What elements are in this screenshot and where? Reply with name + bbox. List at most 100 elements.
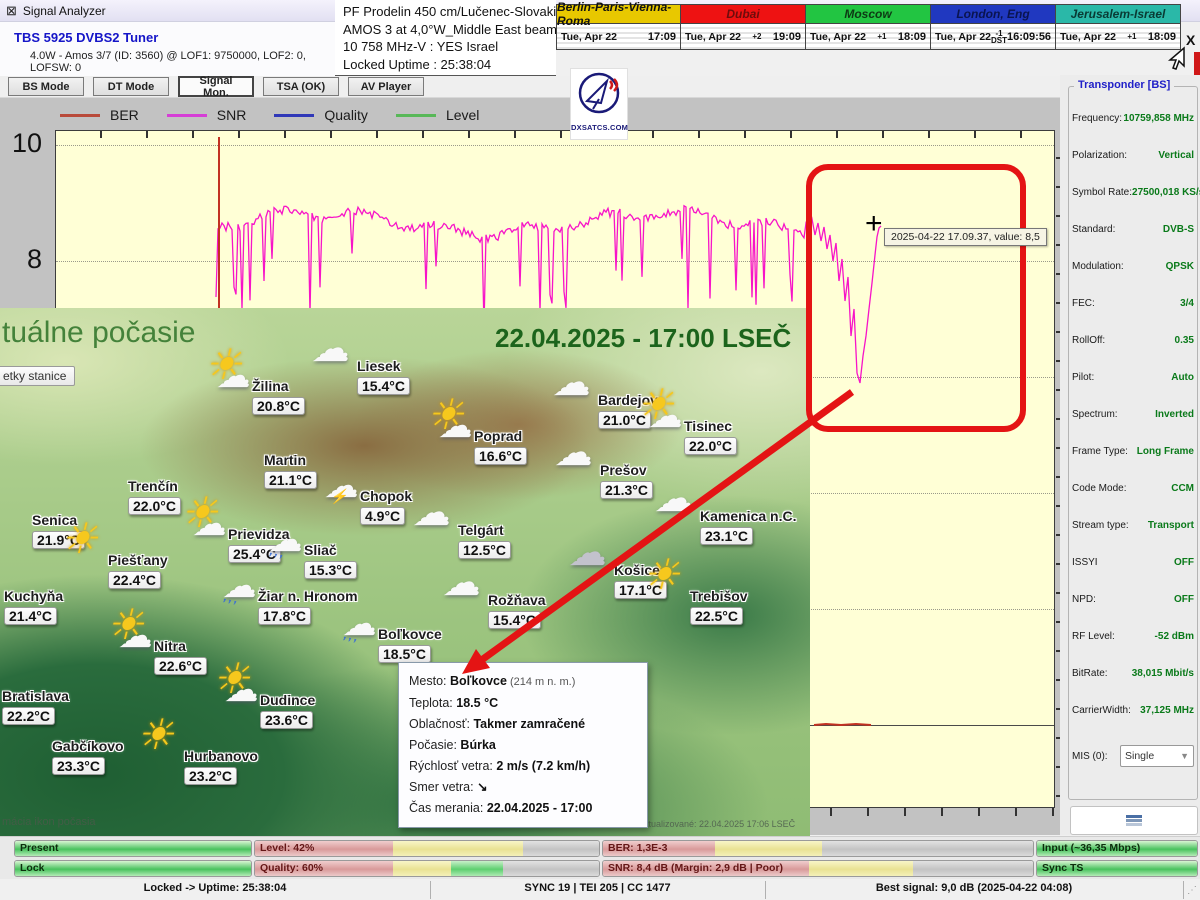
city-marker[interactable]: Senica21.9°C <box>32 512 85 549</box>
city-marker[interactable]: ☀Kuchyňa21.4°C <box>4 588 63 625</box>
city-marker[interactable]: ☀☁Tisinec22.0°C <box>684 418 737 455</box>
legend-item: SNR <box>167 107 247 123</box>
feed-line-3: 10 758 MHz-V : YES Israel <box>343 38 556 56</box>
city-name: Dudince <box>260 692 315 708</box>
meter-snr: SNR: 8,4 dB (Margin: 2,9 dB | Poor) <box>602 860 1034 877</box>
tooltip-label: Počasie: <box>409 738 460 752</box>
city-temperature: 15.3°C <box>304 561 357 579</box>
city-temperature: 4.9°C <box>360 507 405 525</box>
tab-av-player[interactable]: AV Player <box>348 77 424 96</box>
transponder-row-value: 0.35 <box>1175 335 1194 346</box>
city-marker[interactable]: ☁Rožňava15.4°C <box>488 592 546 629</box>
meter-lock: Lock <box>14 860 252 877</box>
city-marker[interactable]: ☁,,,Boľkovce18.5°C <box>378 626 442 663</box>
weather-tooltip-row: Teplota: 18.5 °C <box>409 693 637 714</box>
mode-tabs: BS Mode DT Mode Signal Mon. TSA (OK) AV Play… <box>0 76 1064 98</box>
meter-segment <box>393 861 451 876</box>
city-temperature: 21.1°C <box>264 471 317 489</box>
transponder-row-label: CarrierWidth: <box>1072 705 1131 716</box>
tooltip-value: ↘ <box>477 780 487 794</box>
transponder-row: Spectrum:Inverted <box>1072 396 1194 433</box>
transponder-row: RollOff:0.35 <box>1072 322 1194 359</box>
panel-action-button[interactable] <box>1070 806 1198 835</box>
city-marker[interactable]: ☀☁Poprad16.6°C <box>474 428 527 465</box>
city-marker[interactable]: ☀Piešťany22.4°C <box>108 552 168 589</box>
weather-icon-cloud: ☁ <box>442 562 492 612</box>
city-marker[interactable]: ☁,,,Žiar n. Hronom17.8°C <box>258 588 358 625</box>
city-marker[interactable]: ☀☁Žilina20.8°C <box>252 378 305 415</box>
status-bar: Locked -> Uptime: 25:38:04 SYNC 19 | TEI… <box>0 878 1200 900</box>
city-marker[interactable]: ☀Trebišov22.5°C <box>690 588 748 625</box>
meter-label: Quality: 60% <box>260 862 323 874</box>
chart-tooltip: 2025-04-22 17.09.37, value: 8,5 <box>884 228 1047 246</box>
city-temperature: 21.3°C <box>600 481 653 499</box>
meter-segment <box>913 861 1033 876</box>
tab-dt-mode[interactable]: DT Mode <box>93 77 169 96</box>
clock-city-label: Berlin-Paris-Vienna-Roma <box>557 5 680 24</box>
city-marker[interactable]: ☁,,,Sliač15.3°C <box>304 542 357 579</box>
city-name: Sliač <box>304 542 337 558</box>
tab-signal-mon-[interactable]: Signal Mon. <box>178 76 254 97</box>
transponder-row-label: Spectrum: <box>1072 409 1118 420</box>
transponder-row-value: 38,015 Mbit/s <box>1132 668 1194 679</box>
weather-tooltip-row: Mesto: Boľkovce (214 m n. m.) <box>409 671 637 693</box>
city-marker[interactable]: ☀Bratislava22.2°C <box>2 688 69 725</box>
transponder-row: FEC:3/4 <box>1072 285 1194 322</box>
weather-tooltip: Mesto: Boľkovce (214 m n. m.)Teplota: 18… <box>398 662 648 828</box>
city-name: Rožňava <box>488 592 546 608</box>
clock-time: 19:09 <box>773 31 801 43</box>
city-temperature: 22.6°C <box>154 657 207 675</box>
transponder-row-label: FEC: <box>1072 298 1095 309</box>
tooltip-label: Oblačnosť: <box>409 717 473 731</box>
city-marker[interactable]: ☀☁Prievidza25.4°C <box>228 526 289 563</box>
clock-time-row: Tue, Apr 22+118:09 <box>806 24 930 49</box>
city-name: Kamenica n.C. <box>700 508 796 524</box>
transponder-row-value: -52 dBm <box>1155 631 1194 642</box>
feed-line-2: AMOS 3 at 4,0°W_Middle East beam <box>343 21 556 39</box>
resize-grip[interactable]: ⋰ <box>1187 885 1198 896</box>
city-marker[interactable]: Trenčín22.0°C <box>128 478 181 515</box>
city-marker[interactable]: ☁Prešov21.3°C <box>600 462 653 499</box>
city-marker[interactable]: ☀Hurbanovo23.2°C <box>184 748 258 785</box>
meter-label: Lock <box>20 862 45 874</box>
legend-color-line <box>274 114 314 117</box>
city-temperature: 22.5°C <box>690 607 743 625</box>
transponder-title: Transponder [BS] <box>1074 79 1174 91</box>
weather-tooltip-row: Rýchlosť vetra: 2 m/s (7.2 km/h) <box>409 756 637 777</box>
city-marker[interactable]: ☁Liesek15.4°C <box>357 358 410 395</box>
city-marker[interactable]: ☀☁Dudince23.6°C <box>260 692 315 729</box>
tooltip-label: Rýchlosť vetra: <box>409 759 496 773</box>
mis-select[interactable]: Single ▼ <box>1120 745 1194 767</box>
tab-bs-mode[interactable]: BS Mode <box>8 77 84 96</box>
city-marker[interactable]: ☁Bardejov21.0°C <box>598 392 658 429</box>
weather-icon-sun-cloud: ☀☁ <box>214 662 264 712</box>
clock-cell: MoscowTue, Apr 22+118:09 <box>806 4 931 50</box>
legend-item: Level <box>396 107 479 123</box>
tooltip-suffix: (214 m n. m.) <box>507 676 575 688</box>
tuner-name: TBS 5925 DVBS2 Tuner <box>14 30 158 45</box>
meter-present: Present <box>14 840 252 857</box>
transponder-row: NPD:OFF <box>1072 581 1194 618</box>
y-axis-label-10: 10 <box>12 128 42 159</box>
city-marker[interactable]: ☁Košice17.1°C <box>614 562 667 599</box>
city-temperature: 23.3°C <box>52 757 105 775</box>
city-marker[interactable]: ☀☁Nitra22.6°C <box>154 638 207 675</box>
logo-text: DXSATCS.COM <box>571 123 627 132</box>
city-marker[interactable]: ☁⚡Chopok4.9°C <box>360 488 412 525</box>
tooltip-label: Čas merania: <box>409 801 487 815</box>
city-marker[interactable]: ☁Telgárt12.5°C <box>458 522 511 559</box>
weather-icon-cloud: ☁ <box>554 432 604 482</box>
transponder-row-label: Stream type: <box>1072 520 1129 531</box>
tab-tsa-ok-[interactable]: TSA (OK) <box>263 77 339 96</box>
city-marker[interactable]: Martin21.1°C <box>264 452 317 489</box>
signal-meters: PresentLevel: 42%BER: 1,3E-3Input (~36,3… <box>0 836 1200 879</box>
city-marker[interactable]: ☁Kamenica n.C.23.1°C <box>700 508 796 545</box>
clock-utc-offset: +2 <box>752 33 761 40</box>
transponder-row: ISSYIOFF <box>1072 544 1194 581</box>
map-credit-right: Aktualizované: 22.04.2025 17:06 LSEČ <box>638 819 795 829</box>
transponder-row: Frame Type:Long Frame <box>1072 433 1194 470</box>
city-marker[interactable]: Gabčíkovo23.3°C <box>52 738 124 775</box>
all-stations-button[interactable]: etky stanice <box>0 366 75 386</box>
transponder-row: Frequency:10759,858 MHz <box>1072 100 1194 137</box>
tooltip-value: 18.5 °C <box>456 696 498 710</box>
